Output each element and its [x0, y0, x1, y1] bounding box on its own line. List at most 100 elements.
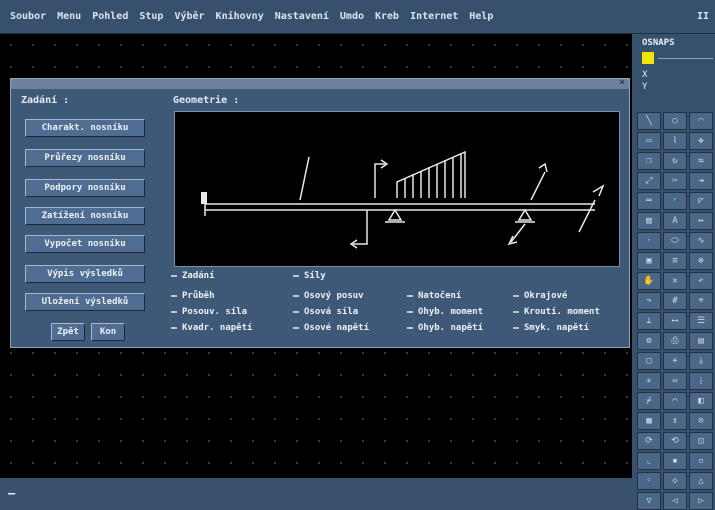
redraw-tool-icon[interactable]: ⟳: [637, 432, 661, 450]
ucs-tool-icon[interactable]: ⌞: [637, 452, 661, 470]
dimension-tool-icon[interactable]: ↔: [689, 212, 713, 230]
view-tool-icon[interactable]: ◫: [689, 432, 713, 450]
rectangle-tool-icon[interactable]: ▭: [637, 132, 661, 150]
join-tool-icon[interactable]: ⌒: [663, 392, 687, 410]
result-krouti-moment[interactable]: Kroutí. moment: [513, 307, 600, 317]
zatizeni-nosniku-button[interactable]: Zatížení nosníku: [25, 207, 145, 225]
menu-umdo[interactable]: Umdo: [340, 11, 364, 22]
result-osovy-posuv[interactable]: Osový posuv: [293, 291, 364, 301]
misc8-tool-icon[interactable]: ▷: [689, 492, 713, 510]
prurezy-nosniku-button[interactable]: Průřezy nosníku: [25, 149, 145, 167]
misc7-tool-icon[interactable]: ◁: [663, 492, 687, 510]
menu-knihovny[interactable]: Knihovny: [216, 11, 264, 22]
menu-internet[interactable]: Internet: [410, 11, 458, 22]
block-tool-icon[interactable]: ▣: [637, 252, 661, 270]
result-ohyb-moment[interactable]: Ohyb. moment: [407, 307, 483, 317]
area-tool-icon[interactable]: ▦: [637, 412, 661, 430]
result-osove-napeti[interactable]: Osové napětí: [293, 323, 369, 333]
layer-tool-icon[interactable]: ≡: [663, 252, 687, 270]
result-natoceni[interactable]: Natočení: [407, 291, 461, 301]
result-smyk-napeti[interactable]: Smyk. napětí: [513, 323, 589, 333]
vypis-vysledku-button[interactable]: Výpis výsledků: [25, 265, 145, 283]
back-button[interactable]: Zpět: [51, 323, 85, 341]
result-prubeh[interactable]: Průběh: [171, 291, 215, 301]
ulozeni-vysledku-button[interactable]: Uložení výsledků: [25, 293, 145, 311]
rotate-tool-icon[interactable]: ↻: [663, 152, 687, 170]
break-tool-icon[interactable]: ⌿: [637, 392, 661, 410]
menu-menu[interactable]: Menu: [57, 11, 81, 22]
zoom-tool-icon[interactable]: ⊕: [689, 252, 713, 270]
open-tool-icon[interactable]: ▢: [637, 352, 661, 370]
menu-pohled[interactable]: Pohled: [92, 11, 128, 22]
result-label: Ohyb. moment: [418, 307, 484, 317]
arc-tool-icon[interactable]: ◠: [689, 112, 713, 130]
id-tool-icon[interactable]: ⊙: [689, 412, 713, 430]
explode-tool-icon[interactable]: ✳: [637, 372, 661, 390]
pan-tool-icon[interactable]: ✋: [637, 272, 661, 290]
result-okrajove[interactable]: Okrajové: [513, 291, 567, 301]
close-icon[interactable]: ×: [619, 77, 625, 88]
point-tool-icon[interactable]: ·: [637, 232, 661, 250]
ortho-tool-icon[interactable]: ⊥: [637, 312, 661, 330]
end-button[interactable]: Kon: [91, 323, 125, 341]
save-tool-icon[interactable]: ▤: [689, 332, 713, 350]
mirror-tool-icon[interactable]: ⇋: [689, 152, 713, 170]
array-tool-icon[interactable]: ⁞: [689, 372, 713, 390]
list-tool-icon[interactable]: ☰: [689, 312, 713, 330]
menu-vyber[interactable]: Výběr: [174, 11, 204, 22]
erase-tool-icon[interactable]: ✕: [663, 272, 687, 290]
offset-tool-icon[interactable]: ═: [637, 192, 661, 210]
menu-right-mark[interactable]: II: [697, 11, 709, 22]
properties-tool-icon[interactable]: ⚙: [637, 332, 661, 350]
circle-tool-icon[interactable]: ○: [663, 112, 687, 130]
misc4-tool-icon[interactable]: ◇: [663, 472, 687, 490]
chamfer-tool-icon[interactable]: ◸: [689, 192, 713, 210]
menu-soubor[interactable]: Soubor: [10, 11, 46, 22]
new-tool-icon[interactable]: +: [663, 352, 687, 370]
hatch-tool-icon[interactable]: ▨: [637, 212, 661, 230]
result-ohyb-napeti[interactable]: Ohyb. napětí: [407, 323, 483, 333]
spline-tool-icon[interactable]: ∿: [689, 232, 713, 250]
result-kvadr-napeti[interactable]: Kvadr. napětí: [171, 323, 252, 333]
distance-tool-icon[interactable]: ↕: [663, 412, 687, 430]
result-sily[interactable]: Síly: [293, 271, 326, 281]
misc-tool-icon[interactable]: ▪: [663, 452, 687, 470]
region-tool-icon[interactable]: ◧: [689, 392, 713, 410]
fillet-tool-icon[interactable]: ◜: [663, 192, 687, 210]
stretch-tool-icon[interactable]: ⇔: [663, 372, 687, 390]
trim-tool-icon[interactable]: ✂: [663, 172, 687, 190]
copy-tool-icon[interactable]: ❐: [637, 152, 661, 170]
snap-tool-icon[interactable]: ⌖: [689, 292, 713, 310]
podpory-nosniku-button[interactable]: Podpory nosníku: [25, 179, 145, 197]
misc3-tool-icon[interactable]: ◦: [637, 472, 661, 490]
misc2-tool-icon[interactable]: ▫: [689, 452, 713, 470]
extend-tool-icon[interactable]: ⇥: [689, 172, 713, 190]
osnap-swatch[interactable]: [642, 52, 654, 64]
command-line[interactable]: –: [0, 478, 632, 510]
grid-tool-icon[interactable]: #: [663, 292, 687, 310]
misc5-tool-icon[interactable]: △: [689, 472, 713, 490]
result-posouv-sila[interactable]: Posouv. síla: [171, 307, 247, 317]
vypocet-nosniku-button[interactable]: Vypočet nosníku: [25, 235, 145, 253]
line-tool-icon[interactable]: ╲: [637, 112, 661, 130]
scale-tool-icon[interactable]: ⤢: [637, 172, 661, 190]
menu-kreb[interactable]: Kreb: [375, 11, 399, 22]
result-zadani[interactable]: Zadání: [171, 271, 215, 281]
menu-nastaveni[interactable]: Nastavení: [275, 11, 329, 22]
dialog-title-bar[interactable]: ×: [11, 77, 629, 89]
measure-tool-icon[interactable]: ⟷: [663, 312, 687, 330]
insert-tool-icon[interactable]: ⤓: [689, 352, 713, 370]
regen-tool-icon[interactable]: ⟲: [663, 432, 687, 450]
print-tool-icon[interactable]: ⎙: [663, 332, 687, 350]
undo-tool-icon[interactable]: ↶: [689, 272, 713, 290]
misc6-tool-icon[interactable]: ▽: [637, 492, 661, 510]
menu-help[interactable]: Help: [469, 11, 493, 22]
redo-tool-icon[interactable]: ↷: [637, 292, 661, 310]
text-tool-icon[interactable]: A: [663, 212, 687, 230]
move-tool-icon[interactable]: ✥: [689, 132, 713, 150]
polyline-tool-icon[interactable]: ⌇: [663, 132, 687, 150]
ellipse-tool-icon[interactable]: ⬭: [663, 232, 687, 250]
result-osova-sila[interactable]: Osová síla: [293, 307, 358, 317]
menu-stup[interactable]: Stup: [139, 11, 163, 22]
charakt-nosniku-button[interactable]: Charakt. nosníku: [25, 119, 145, 137]
